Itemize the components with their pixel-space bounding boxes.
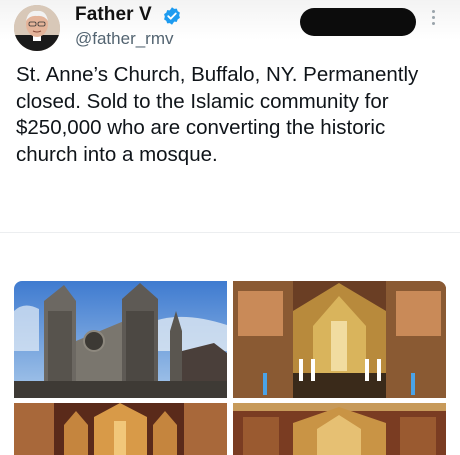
handle[interactable]: @father_rmv [75, 29, 174, 49]
verified-badge-icon [164, 7, 180, 25]
church-altar-photo[interactable] [233, 281, 446, 398]
church-interior-photo[interactable] [14, 403, 227, 455]
tweet-text: St. Anne’s Church, Buffalo, NY. Permanen… [16, 63, 419, 166]
redacted-follow-button[interactable] [300, 8, 416, 36]
divider [0, 232, 460, 233]
church-altar-detail-photo[interactable] [233, 403, 446, 455]
more-options-icon[interactable] [428, 10, 438, 34]
priest-avatar-icon [14, 5, 60, 51]
avatar[interactable] [14, 5, 60, 51]
display-name[interactable]: Father V [75, 4, 152, 26]
church-exterior-photo[interactable] [14, 281, 227, 398]
tweet-card: Father V @father_rmv St. Anne’s Church, … [0, 0, 460, 455]
media-grid [14, 281, 446, 455]
